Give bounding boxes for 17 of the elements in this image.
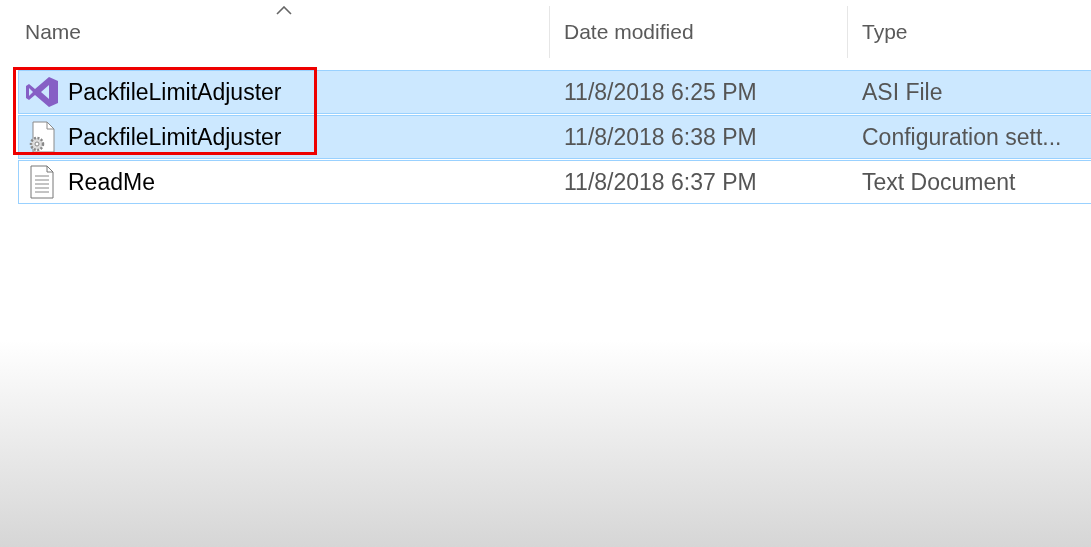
column-header[interactable]: Type [862, 20, 908, 44]
file-row[interactable]: PackfileLimitAdjuster 11/8/2018 6:25 PM ASI File [18, 70, 1091, 114]
file-name: PackfileLimitAdjuster [68, 78, 282, 106]
file-type: Configuration sett... [861, 123, 1063, 151]
column-header[interactable]: Name [25, 20, 82, 44]
date-modified: 11/8/2018 6:37 PM [563, 168, 758, 196]
studio-logo-icon [25, 76, 59, 108]
file-name: PackfileLimitAdjuster [68, 123, 282, 151]
sort-caret-icon [275, 6, 292, 15]
date-modified: 11/8/2018 6:38 PM [563, 123, 758, 151]
date-modified: 11/8/2018 6:25 PM [563, 78, 758, 106]
file-type: ASI File [861, 78, 944, 106]
file-type: Text Document [861, 168, 1017, 196]
file-name: ReadMe [68, 168, 155, 196]
column-header[interactable]: Date modified [564, 20, 694, 44]
file-row[interactable]: PackfileLimitAdjuster 11/8/2018 6:38 PM Configuration sett... [18, 115, 1091, 159]
file-row[interactable]: ReadMe 11/8/2018 6:37 PM Text Document [18, 160, 1091, 204]
